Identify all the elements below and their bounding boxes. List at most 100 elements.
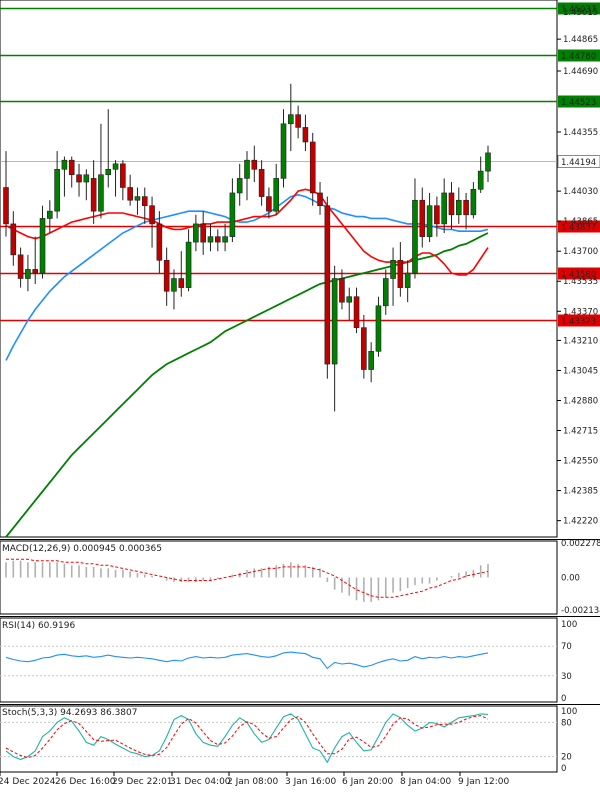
candle-body — [25, 269, 31, 279]
candle-body — [331, 278, 338, 365]
price-tick-label: 1.42220 — [563, 517, 598, 527]
price-tick-label: 1.42715 — [563, 427, 598, 437]
candle-body — [98, 174, 104, 212]
candle-body — [339, 278, 345, 303]
level-price-box: 1.44523 — [558, 95, 600, 108]
candle-body — [368, 351, 374, 370]
candle-body — [419, 199, 426, 237]
time-tick-label: 24 Dec 2024 — [0, 777, 56, 787]
trading-chart: 1.45037 1.44780 1.44523 1.43837 1.43580 1.433… — [0, 0, 600, 788]
candle — [324, 196, 331, 379]
macd-label: MACD(12,26,9) 0.000945 0.000365 — [2, 544, 162, 554]
candle-body — [17, 254, 24, 279]
time-tick-label: 29 Dec 22:01 — [112, 777, 173, 787]
candle-body — [455, 199, 462, 216]
candle-body — [163, 260, 170, 292]
candle-body — [397, 260, 404, 288]
candle-body — [112, 163, 119, 170]
time-tick-label: 2 Jan 08:00 — [227, 777, 279, 787]
time-tick-label: 26 Dec 16:00 — [55, 777, 116, 787]
macd-tick-label: -0.002134 — [561, 606, 600, 616]
candle-body — [200, 223, 206, 243]
macd-tick-label: 0.00 — [561, 574, 580, 584]
stoch-tick-label: 100 — [561, 707, 577, 717]
candle-body — [178, 278, 185, 288]
candle-body — [229, 192, 236, 237]
price-tick-label: 1.42385 — [563, 487, 598, 497]
candle-body — [39, 218, 46, 274]
candle-body — [448, 192, 455, 216]
candle-body — [288, 114, 294, 125]
candle-body — [412, 199, 418, 274]
candle-body — [382, 278, 389, 307]
candle-body — [236, 178, 243, 194]
candle-body — [280, 123, 287, 179]
price-tick-label: 1.43210 — [563, 336, 598, 346]
candle-body — [156, 223, 163, 261]
candle-body — [193, 223, 199, 243]
candle-body — [134, 196, 141, 201]
price-tick-label: 1.42880 — [563, 396, 598, 406]
rsi-tick-label: 30 — [561, 672, 572, 682]
price-tick-label: 1.43045 — [563, 366, 598, 376]
time-tick-label: 8 Jan 04:00 — [400, 777, 452, 787]
candle-body — [149, 205, 155, 225]
candle-body — [390, 260, 396, 279]
rsi-tick-label: 100 — [561, 620, 577, 630]
rsi-label: RSI(14) 60.9196 — [2, 621, 75, 631]
candle-body — [258, 168, 265, 197]
stoch-label: Stoch(5,3,3) 94.2693 86.3807 — [2, 708, 137, 718]
candle-body — [105, 168, 112, 176]
candle-body — [426, 205, 433, 237]
candle-body — [90, 178, 97, 212]
level-price-label: 1.44780 — [561, 52, 596, 62]
level-price-label: 1.43323 — [561, 317, 596, 327]
candle-body — [485, 152, 491, 172]
x-axis: 24 Dec 2024 26 Dec 16:0029 Dec 22:0131 De… — [0, 772, 510, 787]
candle-body — [295, 114, 301, 128]
candle-body — [83, 174, 90, 183]
candle-body — [222, 236, 228, 243]
candle-body — [441, 192, 447, 225]
stoch-tick-label: 20 — [561, 753, 572, 763]
candle-body — [207, 236, 214, 243]
time-tick-label: 3 Jan 16:00 — [285, 777, 337, 787]
price-tick-label: 1.43370 — [563, 307, 598, 317]
candle-body — [171, 278, 177, 292]
candle-body — [353, 296, 360, 328]
level-price-box: 1.44780 — [558, 49, 600, 62]
candle-body — [251, 159, 258, 170]
price-tick-label: 1.44030 — [563, 187, 598, 197]
price-tick-label: 1.44690 — [563, 67, 598, 77]
rsi-panel: RSI(14) 60.9196 100 70 30 0 — [0, 617, 577, 704]
candle-body — [324, 205, 331, 365]
candle-body — [3, 187, 9, 225]
price-tick-label: 1.44355 — [563, 128, 598, 138]
candle-body — [54, 168, 60, 212]
price-tick-label: 1.43535 — [563, 277, 598, 287]
candle-body — [266, 196, 272, 212]
current-price-box: 1.44194 — [557, 155, 600, 168]
candle-body — [346, 296, 353, 303]
stoch-tick-label: 0 — [561, 764, 566, 774]
rsi-tick-label: 70 — [561, 642, 572, 652]
price-tick-label: 1.45015 — [563, 8, 598, 18]
candle-body — [302, 127, 309, 143]
chart-svg: 1.450371.447801.445231.438371.435801.433… — [0, 0, 600, 787]
candle-body — [244, 159, 250, 179]
candle-body — [120, 163, 126, 188]
candle-body — [141, 196, 148, 206]
candle-body — [47, 210, 53, 219]
candle-body — [32, 269, 39, 274]
candle-body — [68, 159, 75, 176]
time-tick-label: 9 Jan 12:00 — [458, 777, 510, 787]
candle-body — [76, 174, 82, 183]
main-panel: 1.450371.447801.445231.438371.435801.433… — [0, 0, 600, 538]
candle — [375, 296, 382, 357]
price-tick-label: 1.43700 — [563, 247, 598, 257]
rsi-tick-label: 0 — [561, 694, 566, 704]
candle-body — [273, 178, 280, 212]
candle-body — [463, 199, 469, 216]
candle-body — [127, 187, 133, 201]
candle-body — [434, 205, 440, 225]
